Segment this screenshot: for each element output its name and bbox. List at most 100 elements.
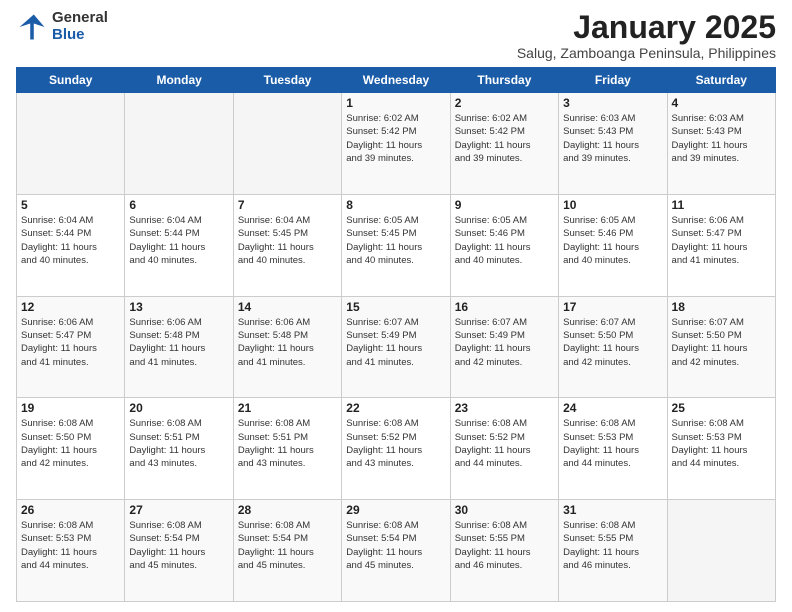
day-number: 5 (21, 198, 120, 212)
day-number: 17 (563, 300, 662, 314)
day-number: 21 (238, 401, 337, 415)
calendar-cell: 7Sunrise: 6:04 AMSunset: 5:45 PMDaylight… (233, 194, 341, 296)
logo: General Blue (16, 10, 108, 43)
calendar-cell (233, 93, 341, 195)
day-info: Sunrise: 6:08 AMSunset: 5:50 PMDaylight:… (21, 417, 120, 470)
day-number: 19 (21, 401, 120, 415)
calendar-cell: 15 Sunrise: 6:07 AMSunset: 5:49 PMDayligh… (342, 296, 450, 398)
day-number: 20 (129, 401, 228, 415)
day-info: Sunrise: 6:08 AMSunset: 5:53 PMDaylight:… (672, 417, 771, 470)
day-info: Sunrise: 6:02 AMSunset: 5:42 PMDaylight:… (346, 112, 445, 165)
calendar-cell: 8Sunrise: 6:05 AMSunset: 5:45 PMDaylight… (342, 194, 450, 296)
calendar-week-3: 12 Sunrise: 6:06 AMSunset: 5:47 PMDayligh… (17, 296, 776, 398)
day-info: Sunrise: 6:05 AMSunset: 5:46 PMDaylight:… (455, 214, 554, 267)
day-number: 13 (129, 300, 228, 314)
day-info: Sunrise: 6:06 AMSunset: 5:47 PMDaylight:… (21, 316, 120, 369)
calendar-cell: 19 Sunrise: 6:08 AMSunset: 5:50 PMDayligh… (17, 398, 125, 500)
calendar-cell: 25 Sunrise: 6:08 AMSunset: 5:53 PMDayligh… (667, 398, 775, 500)
day-number: 26 (21, 503, 120, 517)
page: General Blue January 2025 Salug, Zamboan… (0, 0, 792, 612)
day-number: 7 (238, 198, 337, 212)
day-info: Sunrise: 6:08 AMSunset: 5:53 PMDaylight:… (563, 417, 662, 470)
col-thursday: Thursday (450, 68, 558, 93)
day-number: 25 (672, 401, 771, 415)
calendar-table: Sunday Monday Tuesday Wednesday Thursday… (16, 67, 776, 602)
day-number: 14 (238, 300, 337, 314)
day-number: 1 (346, 96, 445, 110)
calendar-cell: 26 Sunrise: 6:08 AMSunset: 5:53 PMDayligh… (17, 500, 125, 602)
day-number: 16 (455, 300, 554, 314)
day-number: 6 (129, 198, 228, 212)
day-info: Sunrise: 6:08 AMSunset: 5:53 PMDaylight:… (21, 519, 120, 572)
day-info: Sunrise: 6:08 AMSunset: 5:55 PMDaylight:… (455, 519, 554, 572)
logo-text: General Blue (52, 10, 108, 43)
day-info: Sunrise: 6:06 AMSunset: 5:48 PMDaylight:… (129, 316, 228, 369)
day-info: Sunrise: 6:05 AMSunset: 5:46 PMDaylight:… (563, 214, 662, 267)
calendar-cell: 23 Sunrise: 6:08 AMSunset: 5:52 PMDayligh… (450, 398, 558, 500)
day-info: Sunrise: 6:08 AMSunset: 5:52 PMDaylight:… (455, 417, 554, 470)
day-number: 15 (346, 300, 445, 314)
calendar-cell: 20 Sunrise: 6:08 AMSunset: 5:51 PMDayligh… (125, 398, 233, 500)
day-info: Sunrise: 6:02 AMSunset: 5:42 PMDaylight:… (455, 112, 554, 165)
col-sunday: Sunday (17, 68, 125, 93)
calendar-cell: 6 Sunrise: 6:04 AMSunset: 5:44 PMDaylight… (125, 194, 233, 296)
day-number: 11 (672, 198, 771, 212)
calendar-cell: 24Sunrise: 6:08 AMSunset: 5:53 PMDayligh… (559, 398, 667, 500)
day-number: 18 (672, 300, 771, 314)
day-number: 3 (563, 96, 662, 110)
day-info: Sunrise: 6:08 AMSunset: 5:54 PMDaylight:… (129, 519, 228, 572)
calendar-cell: 1 Sunrise: 6:02 AMSunset: 5:42 PMDaylight… (342, 93, 450, 195)
calendar-week-1: 1 Sunrise: 6:02 AMSunset: 5:42 PMDaylight… (17, 93, 776, 195)
day-number: 2 (455, 96, 554, 110)
calendar-cell: 29 Sunrise: 6:08 AMSunset: 5:54 PMDayligh… (342, 500, 450, 602)
day-info: Sunrise: 6:08 AMSunset: 5:52 PMDaylight:… (346, 417, 445, 470)
day-number: 29 (346, 503, 445, 517)
calendar-cell: 14 Sunrise: 6:06 AMSunset: 5:48 PMDayligh… (233, 296, 341, 398)
day-number: 31 (563, 503, 662, 517)
calendar-cell (17, 93, 125, 195)
col-tuesday: Tuesday (233, 68, 341, 93)
logo-icon (16, 11, 48, 43)
day-number: 22 (346, 401, 445, 415)
calendar-cell: 10 Sunrise: 6:05 AMSunset: 5:46 PMDayligh… (559, 194, 667, 296)
col-monday: Monday (125, 68, 233, 93)
calendar-cell: 3 Sunrise: 6:03 AMSunset: 5:43 PMDaylight… (559, 93, 667, 195)
calendar-cell (125, 93, 233, 195)
day-info: Sunrise: 6:05 AMSunset: 5:45 PMDaylight:… (346, 214, 445, 267)
day-number: 23 (455, 401, 554, 415)
day-info: Sunrise: 6:06 AMSunset: 5:47 PMDaylight:… (672, 214, 771, 267)
day-info: Sunrise: 6:03 AMSunset: 5:43 PMDaylight:… (563, 112, 662, 165)
day-number: 10 (563, 198, 662, 212)
calendar-cell: 27 Sunrise: 6:08 AMSunset: 5:54 PMDayligh… (125, 500, 233, 602)
day-number: 30 (455, 503, 554, 517)
title-location: Salug, Zamboanga Peninsula, Philippines (517, 45, 776, 61)
day-info: Sunrise: 6:07 AMSunset: 5:49 PMDaylight:… (346, 316, 445, 369)
calendar-cell: 13 Sunrise: 6:06 AMSunset: 5:48 PMDayligh… (125, 296, 233, 398)
calendar-cell: 16Sunrise: 6:07 AMSunset: 5:49 PMDayligh… (450, 296, 558, 398)
col-saturday: Saturday (667, 68, 775, 93)
day-info: Sunrise: 6:08 AMSunset: 5:54 PMDaylight:… (346, 519, 445, 572)
day-info: Sunrise: 6:04 AMSunset: 5:44 PMDaylight:… (129, 214, 228, 267)
day-info: Sunrise: 6:08 AMSunset: 5:51 PMDaylight:… (238, 417, 337, 470)
title-block: January 2025 Salug, Zamboanga Peninsula,… (517, 10, 776, 61)
calendar-cell: 17 Sunrise: 6:07 AMSunset: 5:50 PMDayligh… (559, 296, 667, 398)
day-info: Sunrise: 6:04 AMSunset: 5:44 PMDaylight:… (21, 214, 120, 267)
day-info: Sunrise: 6:08 AMSunset: 5:55 PMDaylight:… (563, 519, 662, 572)
day-number: 28 (238, 503, 337, 517)
calendar-cell: 9Sunrise: 6:05 AMSunset: 5:46 PMDaylight… (450, 194, 558, 296)
day-info: Sunrise: 6:06 AMSunset: 5:48 PMDaylight:… (238, 316, 337, 369)
logo-general: General (52, 10, 108, 27)
calendar-cell: 18Sunrise: 6:07 AMSunset: 5:50 PMDayligh… (667, 296, 775, 398)
calendar-cell: 11 Sunrise: 6:06 AMSunset: 5:47 PMDayligh… (667, 194, 775, 296)
calendar-cell: 30 Sunrise: 6:08 AMSunset: 5:55 PMDayligh… (450, 500, 558, 602)
col-wednesday: Wednesday (342, 68, 450, 93)
day-info: Sunrise: 6:03 AMSunset: 5:43 PMDaylight:… (672, 112, 771, 165)
calendar-cell: 12 Sunrise: 6:06 AMSunset: 5:47 PMDayligh… (17, 296, 125, 398)
day-number: 12 (21, 300, 120, 314)
calendar-week-4: 19 Sunrise: 6:08 AMSunset: 5:50 PMDayligh… (17, 398, 776, 500)
day-info: Sunrise: 6:08 AMSunset: 5:51 PMDaylight:… (129, 417, 228, 470)
day-number: 27 (129, 503, 228, 517)
calendar-cell: 21 Sunrise: 6:08 AMSunset: 5:51 PMDayligh… (233, 398, 341, 500)
day-info: Sunrise: 6:07 AMSunset: 5:50 PMDaylight:… (563, 316, 662, 369)
day-info: Sunrise: 6:08 AMSunset: 5:54 PMDaylight:… (238, 519, 337, 572)
